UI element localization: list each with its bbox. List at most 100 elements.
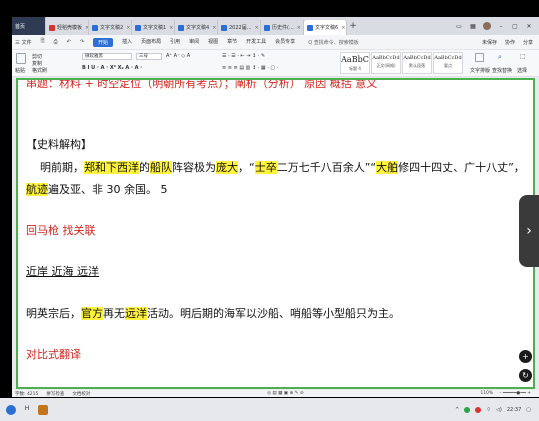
undo-icon[interactable]: ↶ [67,39,71,45]
tab-close-icon[interactable]: × [126,25,130,31]
paste-button[interactable]: 粘贴 [15,67,25,74]
font-size-select[interactable]: 三号 [136,53,162,60]
menu-item[interactable]: 引用 [170,38,180,47]
ribbon-toolbar: 粘贴 剪切 复制 格式刷 微软雅黑 三号 A⁺ A⁻ ◇ A B I U · A… [12,50,539,77]
text-layout-button[interactable]: 文字排版 [470,67,490,74]
avatar[interactable] [483,22,491,30]
clock[interactable]: 22:37 [507,407,521,413]
menu-item[interactable]: 会员专享 [275,38,295,47]
highlighted-text: 船队 [150,161,172,174]
paste-icon[interactable] [16,53,26,64]
next-arrow-button[interactable]: › [519,195,539,267]
minimize-icon[interactable]: – [497,23,505,30]
redo-icon[interactable]: ↷ [80,39,84,45]
search-icon[interactable]: H [22,405,32,415]
text-layout-icon[interactable] [475,53,484,62]
tab-close-icon[interactable]: × [341,25,345,31]
align-icons[interactable]: ≡ ≡ ≡ ▤ ▥ ↕ · ▦ · ▢ · [222,65,278,71]
style-caption: 标题 4 [349,66,361,71]
maximize-icon[interactable]: ▢ [511,23,519,30]
menu-item[interactable]: 插入 [122,38,132,47]
os-taskbar: H ^ ⌔ ◁) 22:37 ▢ [0,398,539,421]
document-canvas: 串题：材料 + 时空定位（明朝所有考点）；阐析（分析） 原因 概括 意义 【史料… [12,77,539,390]
tab-document[interactable]: 文字文稿4 × [175,20,218,35]
word-count[interactable]: 字数: 4215 [15,391,38,397]
font-name-select[interactable]: 微软雅黑 [82,53,132,60]
file-menu[interactable]: 三 文件 [15,39,32,46]
highlighted-text: 航迹 [26,183,48,196]
refresh-circle-icon[interactable]: ↻ [519,369,532,382]
tab-document[interactable]: 历史件(... × [261,20,304,35]
add-circle-icon[interactable]: + [519,350,532,363]
share-button[interactable]: 分享 [523,39,533,46]
grid-icon[interactable]: ▦ [469,23,477,30]
volume-icon[interactable]: ◁) [496,407,502,413]
list-icons[interactable]: ☰ · ☰ · ⇤ ⇥ ↕ · ✎ [222,53,265,59]
command-search[interactable]: Q 查找命令、搜索模板 [308,39,359,46]
tab-document[interactable]: 文字文稿6 × [304,20,347,35]
style-preset[interactable]: AaBbCcDd 默认段落 [402,52,432,74]
style-preset[interactable]: AaBbCcDd 正文(网格) [371,52,401,74]
font-grow-icon[interactable]: A⁺ A⁻ ◇ A [166,53,190,59]
tab-close-icon[interactable]: × [297,25,301,31]
menu-item[interactable]: 开发工具 [246,38,266,47]
tab-label: 历史件(... [272,25,294,31]
start-icon[interactable] [6,404,16,415]
tab-home[interactable]: 首页 [12,17,46,35]
view-mode-icons[interactable]: ◎ ▤ ▦ ▣ ⊕ ✎ ⊘ [267,391,304,396]
document-page[interactable]: 串题：材料 + 时空定位（明朝所有考点）；阐析（分析） 原因 概括 意义 【史料… [16,78,535,389]
copy-button[interactable]: 复制 [32,60,42,67]
text-run: 的 [139,161,150,174]
print-icon[interactable]: ⎙ [54,39,58,45]
tab-document[interactable]: 2022届... × [218,20,261,35]
zoom-level[interactable]: 110% [480,391,493,396]
layout-icon[interactable]: ▭ [455,23,463,30]
paragraph-1: 明前期，郑和下西洋的船队阵容极为庞大，“士卒二万七千八百余人”“大舶修四十四丈、… [40,159,525,175]
cut-button[interactable]: 剪切 [32,53,42,60]
tab-label: 文字文稿2 [100,25,124,31]
tab-document[interactable]: 轻稻壳模板 × [46,20,89,35]
select-button[interactable]: 选择 [517,67,527,74]
doc-check-toggle[interactable]: 文档校对 [72,391,90,397]
wps-taskbar-icon[interactable] [38,404,48,415]
save-icon[interactable]: 🗎 [41,38,45,46]
collaborate-button[interactable]: 协作 [505,39,515,46]
tab-close-icon[interactable]: × [212,25,216,31]
menu-item[interactable]: 开始 [93,37,114,47]
highlighted-text: 大舶 [376,161,399,174]
highlighted-text: 士卒 [254,161,277,174]
tab-close-icon[interactable]: × [255,25,259,31]
find-replace-button[interactable]: 查找替换 [492,67,512,74]
wechat-icon[interactable] [464,406,471,413]
style-preset[interactable]: AaBbC 标题 4 [340,52,370,74]
menu-item[interactable]: 审阅 [189,38,199,47]
tab-close-icon[interactable]: × [169,25,173,31]
window-controls: ▭ ▦ – ▢ ✕ [455,22,539,30]
menu-item[interactable]: 视图 [208,38,218,47]
document-icon [264,24,270,31]
unsaved-status[interactable]: 未保存 [482,39,497,46]
keywords-text: 近岸 近海 远洋 [26,265,99,278]
tab-document[interactable]: 文字文稿2 × [89,20,132,35]
find-icon[interactable]: ⌕ [498,53,502,62]
tab-label: 首页 [15,23,26,30]
app-tray-icon[interactable] [475,406,482,413]
notification-icon[interactable]: ▢ [526,407,531,413]
text-format-icons[interactable]: B I U · A · X² X₂ A · A · [82,65,142,71]
spell-check-toggle[interactable]: 拼写检查 [46,391,64,397]
tray-up-icon[interactable]: ^ [455,407,459,413]
highlighted-text: 官方 [81,307,103,320]
network-icon[interactable]: ⌔ [486,407,491,413]
tab-label: 文字文稿6 [315,25,339,31]
new-tab-button[interactable]: + [347,21,359,31]
close-icon[interactable]: ✕ [525,23,533,30]
tab-document[interactable]: 文字文稿1 × [132,20,175,35]
format-painter-button[interactable]: 格式刷 [32,67,47,74]
text-run: 阵容极为 [172,161,216,174]
select-icon[interactable]: ⬚ [520,53,526,60]
zoom-slider[interactable]: – ━━━━━●━━ + [499,391,531,396]
style-caption: 默认段落 [409,63,425,68]
menu-item[interactable]: 章节 [227,38,237,47]
style-preset[interactable]: AaBbCcDd 要点 [433,52,463,74]
menu-item[interactable]: 页面布局 [141,38,161,47]
